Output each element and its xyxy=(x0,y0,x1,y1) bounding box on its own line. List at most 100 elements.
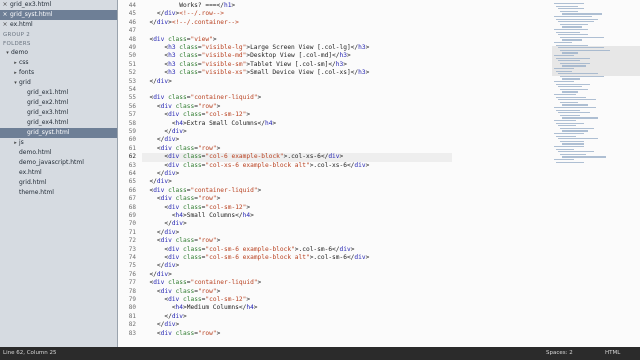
file-item[interactable]: demo.html xyxy=(0,148,117,158)
open-file-item[interactable]: × grid_ex3.html xyxy=(0,0,117,10)
text-token: > xyxy=(257,186,262,194)
open-file-item[interactable]: × ex.html xyxy=(0,20,117,30)
minimap-line xyxy=(560,36,604,38)
code-line[interactable]: <div class="row"> xyxy=(142,237,220,245)
code-line[interactable]: <h3 class="visible-xs">Small Device View… xyxy=(142,69,369,77)
minimap-line xyxy=(560,10,578,12)
code-line[interactable]: </div> xyxy=(142,136,179,144)
code-line[interactable]: <div class="container-liquid"> xyxy=(142,94,261,102)
code-line[interactable]: <h4>Medium Columns</h4> xyxy=(142,304,258,312)
code-line[interactable]: </div><!--/.row--> xyxy=(142,10,224,18)
folder-item[interactable]: ▸ fonts xyxy=(0,68,117,78)
minimap-line xyxy=(558,125,576,127)
string-token: <!--/.row--> xyxy=(179,10,224,18)
code-line[interactable]: <div class="col-sm-6 example-block">.col… xyxy=(142,246,354,254)
syntax-selector[interactable]: HTML xyxy=(605,347,620,360)
file-item[interactable]: grid_ex2.html xyxy=(0,98,117,108)
tag-token: h4 xyxy=(175,119,183,127)
code-line[interactable]: </div> xyxy=(142,229,179,237)
code-area[interactable]: Works? ===</h1> </div><!--/.row--> </div… xyxy=(142,0,562,347)
code-line[interactable]: <div class="col-6 example-block">.col-xs… xyxy=(142,153,452,162)
line-number: 83 xyxy=(128,329,136,337)
line-number: 59 xyxy=(128,128,136,135)
code-line[interactable]: <div class="view"> xyxy=(142,36,216,44)
file-item[interactable]: grid_ex4.html xyxy=(0,118,117,128)
text-token: > xyxy=(339,153,344,161)
text-token: </ xyxy=(164,128,172,135)
code-line[interactable]: </div> xyxy=(142,313,186,321)
line-number: 57 xyxy=(128,111,136,119)
close-icon[interactable]: × xyxy=(0,10,10,20)
file-item[interactable]: demo_javascript.html xyxy=(0,158,117,168)
code-line[interactable]: <h4>Extra Small Columns</h4> xyxy=(142,120,276,128)
folder-item[interactable]: ▸ css xyxy=(0,58,117,68)
minimap-line xyxy=(558,86,582,88)
text-token: > xyxy=(216,144,221,152)
code-line[interactable]: </div> xyxy=(142,128,186,136)
code-line[interactable]: </div> xyxy=(142,170,179,178)
code-line[interactable]: <h4>Small Columns</h4> xyxy=(142,212,254,220)
code-line[interactable]: <div class="row"> xyxy=(142,288,220,296)
text-token: >Large Screen View [.col-lg]</ xyxy=(246,44,359,51)
folder-item[interactable]: ▾ grid xyxy=(0,78,117,88)
disclosure-closed-icon[interactable]: ▸ xyxy=(12,138,19,148)
code-line[interactable]: <div class="row"> xyxy=(142,103,220,111)
code-line[interactable]: <div class="row"> xyxy=(142,195,220,203)
string-token: "col-6 example-block" xyxy=(205,153,284,161)
code-line[interactable]: </div> xyxy=(142,78,171,86)
text-token: >Extra Small Columns</ xyxy=(183,119,265,127)
file-item[interactable]: grid_ex1.html xyxy=(0,88,117,98)
code-line[interactable]: <h3 class="visible-md">Desktop View [.co… xyxy=(142,52,351,60)
minimap-line xyxy=(562,117,598,119)
minimap[interactable] xyxy=(552,0,640,347)
tree-item-label: demo_javascript.html xyxy=(19,159,84,166)
tag-token: div xyxy=(156,270,169,278)
code-line[interactable]: <div class="col-xs-6 example-block alt">… xyxy=(142,162,369,170)
file-item[interactable]: ex.html xyxy=(0,168,117,178)
code-line[interactable]: <div class="container-liquid"> xyxy=(142,279,261,287)
minimap-line xyxy=(556,109,580,111)
disclosure-closed-icon[interactable]: ▸ xyxy=(12,68,19,78)
code-line[interactable]: </div> xyxy=(142,270,171,279)
folder-item[interactable]: ▾ demo xyxy=(0,48,117,58)
code-line[interactable]: <div class="row"> xyxy=(142,145,220,153)
open-file-label: ex.html xyxy=(10,21,33,28)
text-token: >.col-sm-6</ xyxy=(309,254,355,261)
code-line[interactable]: </div><!--/.container--> xyxy=(142,19,238,27)
line-number: 45 xyxy=(128,10,136,18)
file-item[interactable]: grid.html xyxy=(0,178,117,188)
disclosure-open-icon[interactable]: ▾ xyxy=(4,48,11,58)
indentation-selector[interactable]: Spaces: 2 xyxy=(546,347,573,360)
text-token: >Medium Columns</ xyxy=(183,304,247,312)
minimap-line xyxy=(556,31,580,33)
code-line[interactable]: </div> xyxy=(142,262,179,270)
line-number: 47 xyxy=(128,27,136,35)
code-line[interactable]: </div> xyxy=(142,321,179,329)
code-line[interactable]: <div class="container-liquid"> xyxy=(142,187,261,195)
code-line[interactable]: <div class="col-sm-12"> xyxy=(142,111,250,119)
code-editor[interactable]: 44 45 46 47 48 49 50 51 52 53 54 55 56 57 58 59 60 61 62 63… xyxy=(118,0,640,347)
code-line[interactable]: <div class="col-sm-12"> xyxy=(142,204,250,212)
code-line[interactable]: </div> xyxy=(142,178,171,186)
file-item[interactable]: grid_syst.html xyxy=(0,128,117,138)
code-line[interactable]: Works? ===</h1> xyxy=(142,2,235,10)
disclosure-closed-icon[interactable]: ▸ xyxy=(12,58,19,68)
file-item[interactable]: theme.html xyxy=(0,188,117,198)
code-line[interactable]: <div class="row"> xyxy=(142,330,220,338)
code-line[interactable]: <div class="col-sm-6 example-block alt">… xyxy=(142,254,369,262)
code-line[interactable]: <h3 class="visible-lg">Large Screen View… xyxy=(142,44,369,52)
close-icon[interactable]: × xyxy=(0,20,10,30)
minimap-line xyxy=(554,133,584,135)
close-icon[interactable]: × xyxy=(0,0,10,10)
code-line[interactable]: </div> xyxy=(142,220,186,228)
text-token: > xyxy=(346,52,351,60)
code-line[interactable]: <h3 class="visible-sm">Tablet View [.col… xyxy=(142,61,347,69)
file-item[interactable]: grid_ex3.html xyxy=(0,108,117,118)
disclosure-open-icon[interactable]: ▾ xyxy=(12,78,19,88)
tag-token: div xyxy=(339,245,351,253)
code-line[interactable]: <div class="col-sm-12"> xyxy=(142,296,250,304)
text-token: > xyxy=(175,170,180,177)
tag-token: div xyxy=(171,220,183,228)
folder-item[interactable]: ▸ js xyxy=(0,138,117,148)
open-file-item[interactable]: × grid_syst.html xyxy=(0,10,117,20)
